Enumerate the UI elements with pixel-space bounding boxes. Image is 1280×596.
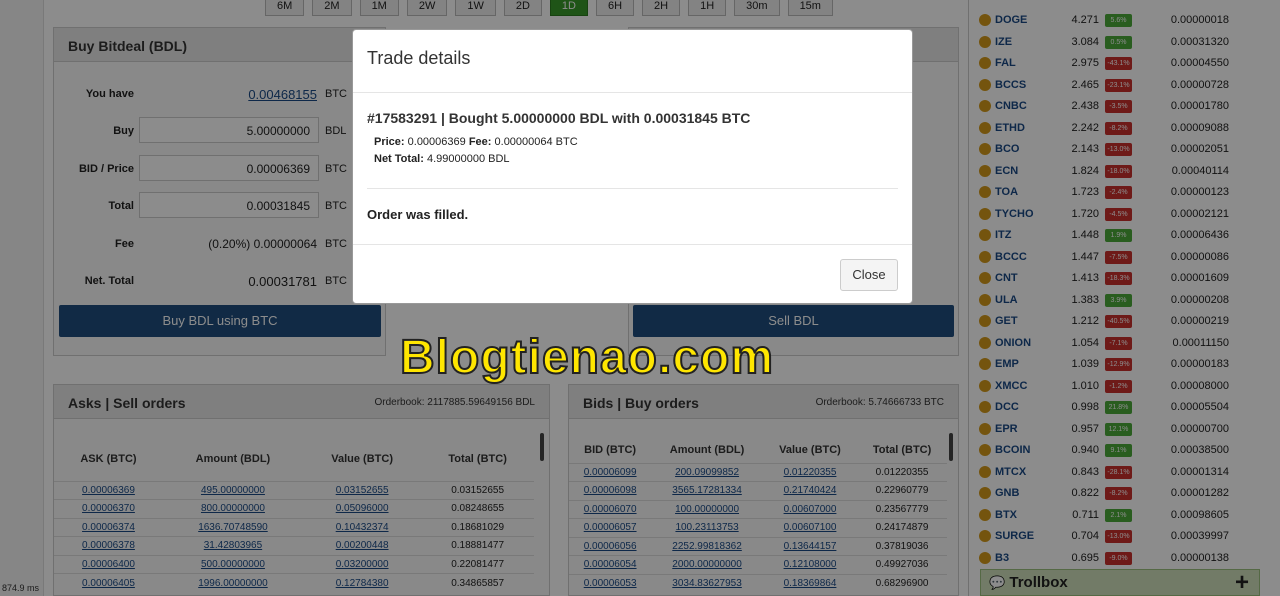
close-button[interactable]: Close — [840, 259, 898, 291]
modal-footer: Close — [353, 244, 912, 304]
fee-label: Fee: — [468, 136, 492, 148]
trade-details: Price: 0.00006369 Fee: 0.00000064 BTC Ne… — [374, 134, 898, 168]
net-total-value: 4.99000000 BDL — [426, 153, 510, 165]
price-value: 0.00006369 — [407, 136, 466, 148]
modal-title: Trade details — [353, 30, 912, 93]
price-label: Price: — [374, 136, 405, 148]
modal-body: #17583291 | Bought 5.00000000 BDL with 0… — [353, 93, 912, 222]
trade-summary: #17583291 | Bought 5.00000000 BDL with 0… — [367, 110, 751, 126]
trade-details-modal: Trade details #17583291 | Bought 5.00000… — [352, 29, 913, 304]
fee-value: 0.00000064 BTC — [494, 136, 578, 148]
net-total-label: Net Total: — [374, 153, 424, 165]
order-status: Order was filled. — [367, 207, 469, 222]
watermark: Blogtienao.com — [399, 330, 775, 385]
